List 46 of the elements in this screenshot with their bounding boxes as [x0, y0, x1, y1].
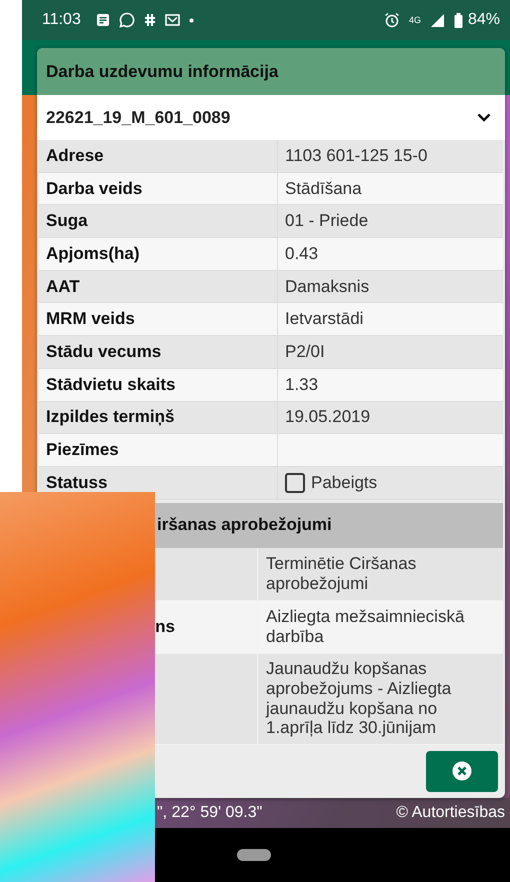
field-label: Apjoms(ha): [46, 244, 140, 264]
field-value: 1103 601-125 15-0: [285, 146, 428, 166]
hashtag-icon: [144, 13, 156, 27]
field-label: Statuss: [46, 472, 108, 493]
field-label: Piezīmes: [46, 440, 119, 460]
field-value: Ietvarstādi: [285, 309, 364, 330]
restriction-label: ns: [155, 616, 175, 637]
task-dropdown[interactable]: 22621_19_M_601_0089: [37, 95, 505, 140]
coordinates-text: ", 22° 59' 09.3": [157, 804, 262, 822]
signal-icon: [430, 12, 445, 28]
battery-percent: 84%: [468, 11, 500, 29]
field-label: Suga: [46, 211, 88, 232]
alarm-icon: [384, 12, 400, 28]
field-label: Izpildes termiņš: [46, 407, 174, 428]
field-label: Adrese: [46, 146, 104, 166]
field-value: Damaksnis: [285, 276, 370, 297]
copyright-link[interactable]: © Autortiesības: [396, 804, 505, 822]
field-label: Stādvietu skaits: [46, 374, 176, 395]
close-button[interactable]: [426, 750, 498, 792]
mail-icon: [164, 14, 180, 26]
field-label: AAT: [46, 276, 80, 297]
chevron-down-icon: [477, 113, 491, 122]
field-value: 01 - Priede: [285, 211, 368, 232]
restriction-value: Terminētie Ciršanas aprobežojumi: [266, 554, 418, 594]
field-label: Darba veids: [46, 178, 142, 199]
dot-icon: [188, 18, 194, 22]
chat-bubble-icon: [118, 12, 135, 28]
field-value: 1.33: [285, 374, 318, 395]
checkbox-label: Pabeigts: [311, 472, 378, 493]
field-value: P2/0I: [285, 342, 325, 362]
restriction-value: Jaunaudžu kopšanas aprobežojums - Aizliegta jaunaudžu kopšana no 1.aprīļa līdz 30.jūnijam: [266, 659, 452, 738]
field-label: Stādu vecums: [46, 342, 162, 362]
field-value: Stādīšana: [285, 178, 362, 199]
clock: 11:03: [42, 11, 81, 29]
message-icon: [96, 13, 110, 27]
field-value: 0.43: [285, 244, 318, 264]
home-handle[interactable]: [237, 849, 271, 861]
network-type: 4G: [408, 15, 421, 25]
section-title: iršanas aprobežojumi: [157, 515, 332, 536]
restriction-value: Aizliegta mežsaimnieciskā darbība: [266, 607, 466, 646]
field-label: MRM veids: [46, 309, 135, 330]
dialog-title: Darba uzdevumu informācija: [37, 48, 505, 95]
field-value: 19.05.2019: [285, 407, 370, 428]
battery-icon: [454, 12, 463, 28]
checkbox[interactable]: [285, 472, 305, 493]
close-icon: [452, 761, 472, 782]
